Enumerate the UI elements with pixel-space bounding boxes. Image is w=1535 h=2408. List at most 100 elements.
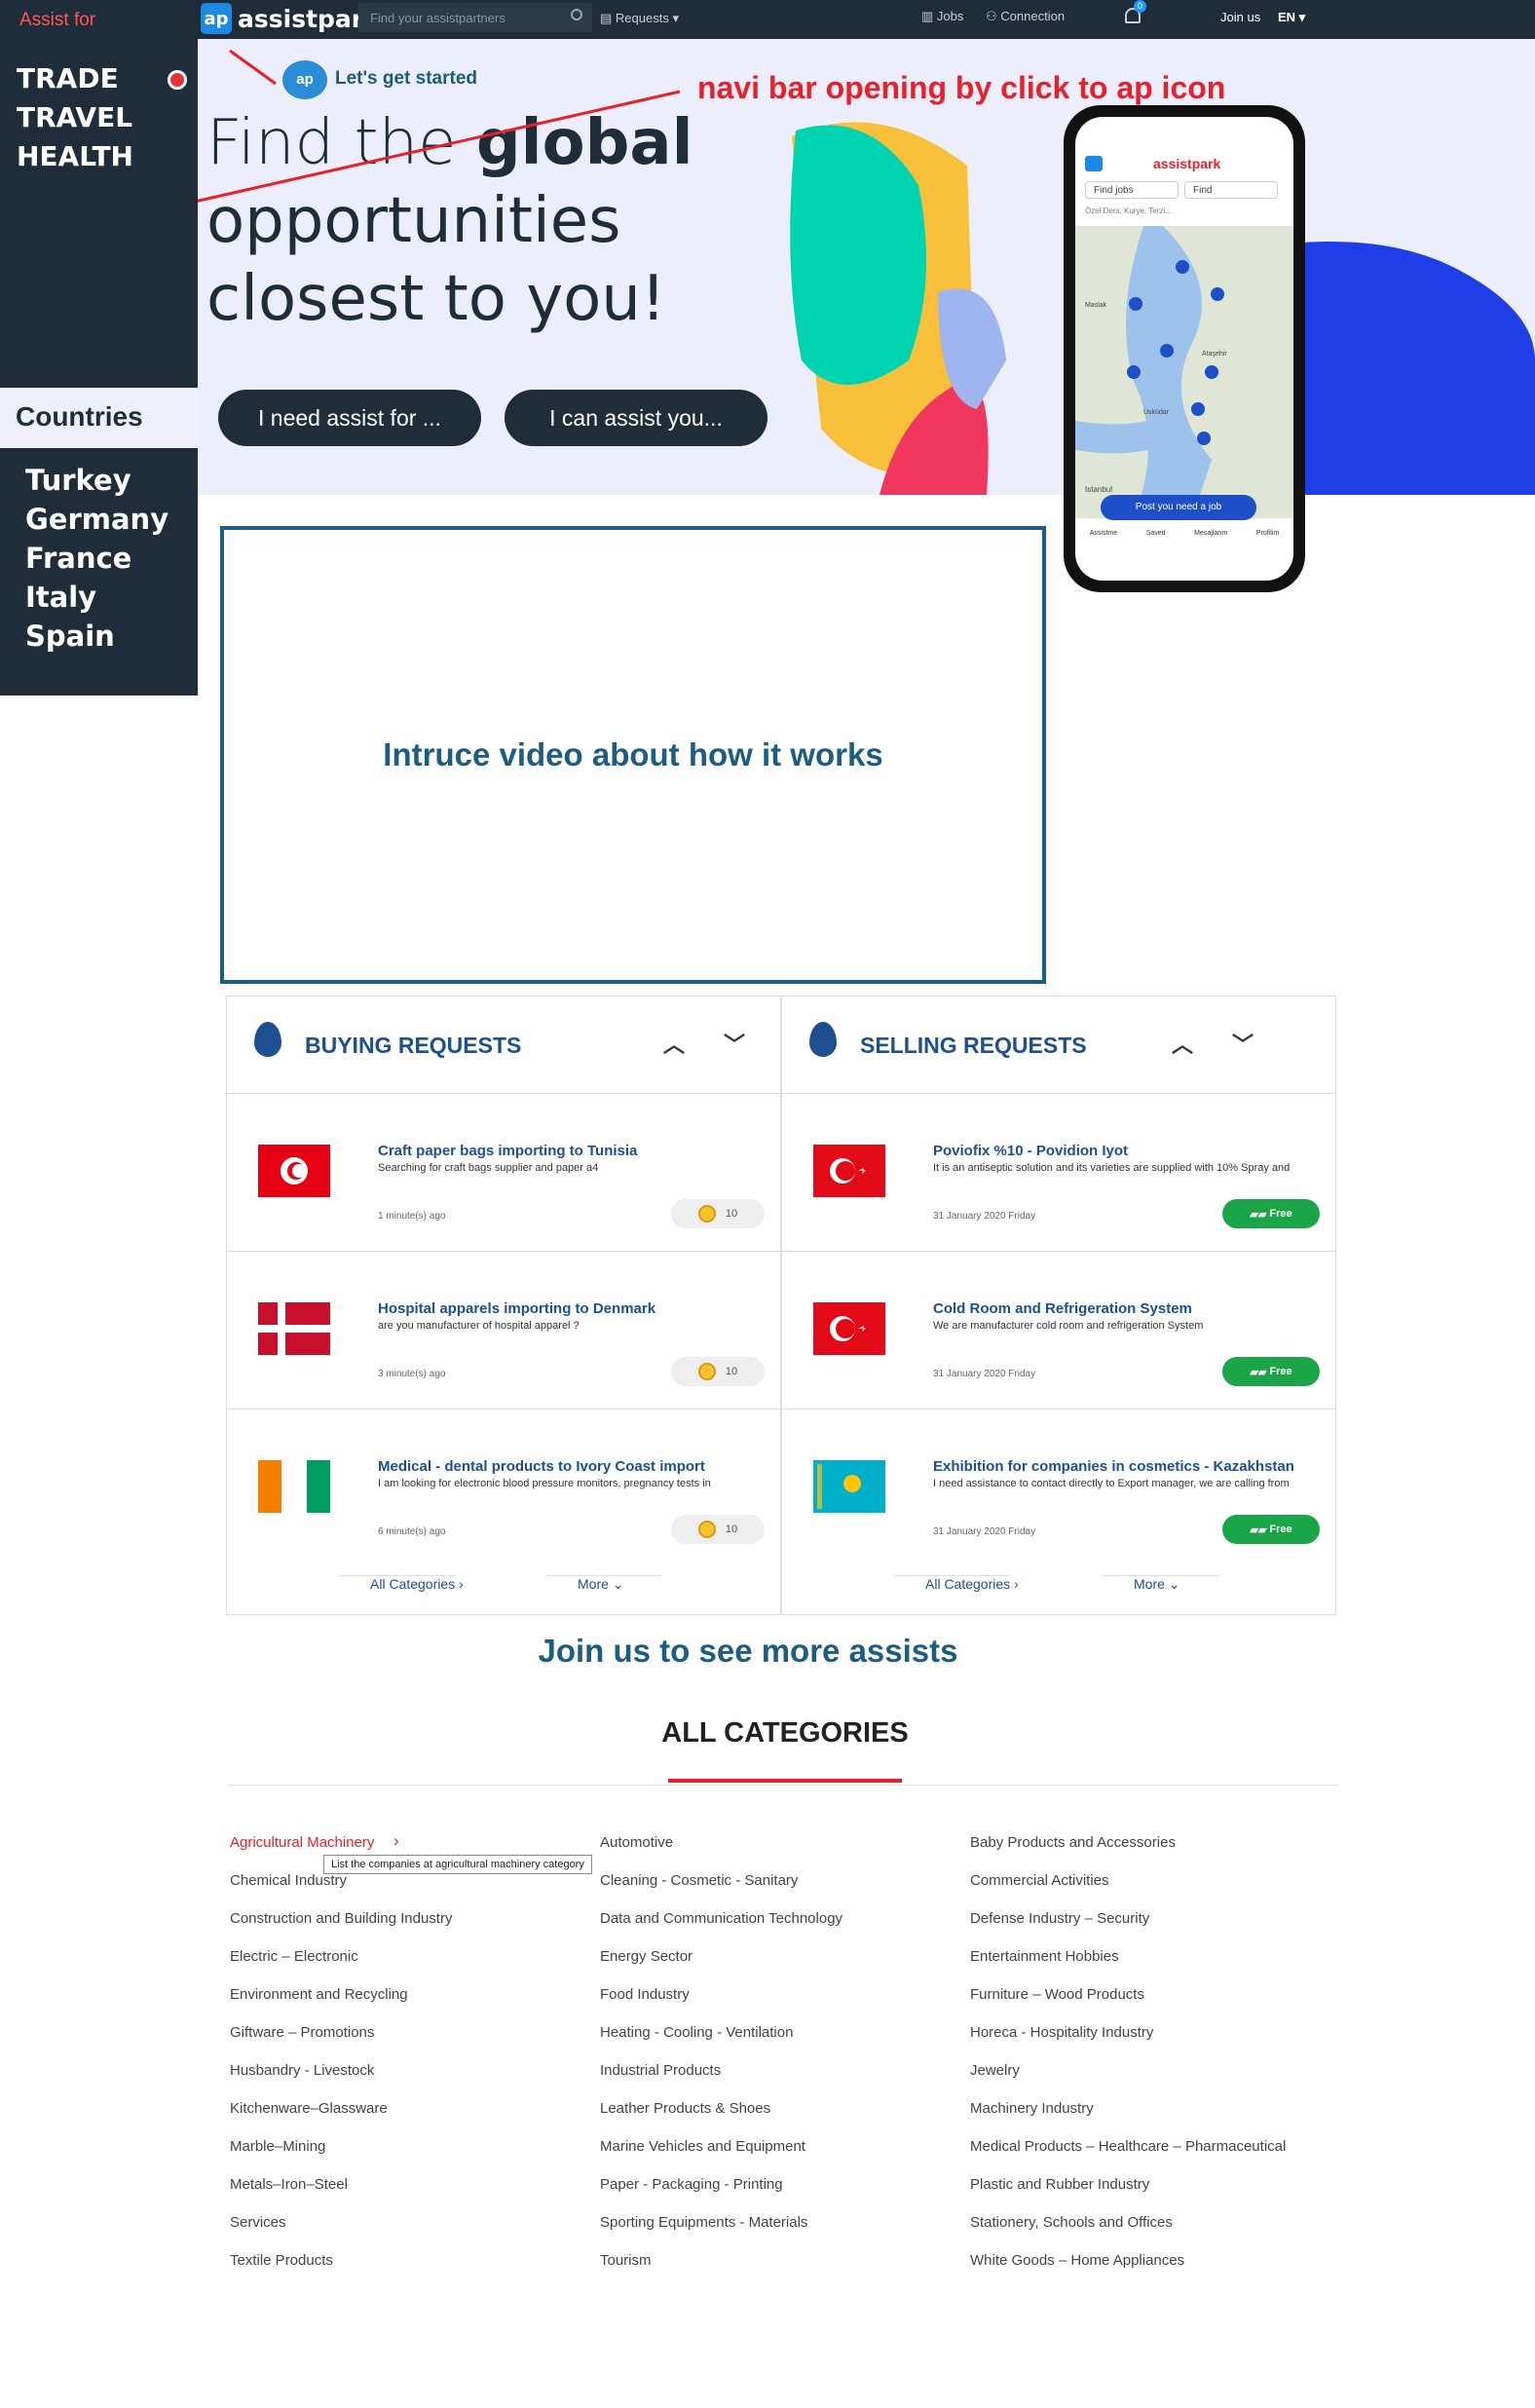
category-item[interactable]: Machinery Industry bbox=[970, 2100, 1094, 2117]
coin-badge[interactable]: 10 bbox=[671, 1199, 765, 1228]
all-categories-link[interactable]: All Categories › bbox=[925, 1576, 1019, 1592]
category-item[interactable]: Construction and Building Industry bbox=[230, 1910, 452, 1927]
category-item[interactable]: Husbandry - Livestock bbox=[230, 2062, 374, 2079]
list-item[interactable]: Cold Room and Refrigeration System We ar… bbox=[782, 1252, 1335, 1410]
category-item[interactable]: Commercial Activities bbox=[970, 1872, 1109, 1889]
item-title[interactable]: Poviofix %10 - Povidion Iyot bbox=[933, 1143, 1128, 1159]
phone-search[interactable]: Özel Ders, Kurye, Terzi... bbox=[1085, 207, 1280, 215]
search-input[interactable]: Find your assistpartners bbox=[358, 3, 592, 32]
category-item[interactable]: Textile Products bbox=[230, 2252, 333, 2269]
list-item[interactable]: Exhibition for companies in cosmetics - … bbox=[782, 1410, 1335, 1567]
i-can-assist-button[interactable]: I can assist you... bbox=[505, 390, 768, 446]
drop-icon bbox=[809, 1022, 837, 1057]
chevron-down-icon[interactable]: ﹀ bbox=[724, 1028, 745, 1059]
country-item-spain[interactable]: Spain bbox=[25, 620, 115, 653]
category-item[interactable]: Furniture – Wood Products bbox=[970, 1986, 1144, 2003]
category-item[interactable]: Paper - Packaging - Printing bbox=[600, 2176, 783, 2193]
join-us-link[interactable]: Join us bbox=[1220, 10, 1260, 24]
ap-logo-icon[interactable]: ap bbox=[201, 3, 232, 34]
category-item[interactable]: Marble–Mining bbox=[230, 2138, 325, 2155]
sidebar-item-travel[interactable]: TRAVEL bbox=[17, 101, 132, 133]
category-item[interactable]: Jewelry bbox=[970, 2062, 1020, 2079]
phone-nav-item[interactable]: Mesajlarım bbox=[1194, 530, 1227, 537]
category-item[interactable]: Plastic and Rubber Industry bbox=[970, 2176, 1149, 2193]
more-link[interactable]: More ⌄ bbox=[578, 1576, 624, 1593]
category-item[interactable]: Energy Sector bbox=[600, 1948, 693, 1965]
phone-nav-item[interactable]: Assistme bbox=[1090, 530, 1117, 537]
list-item[interactable]: Hospital apparels importing to Denmark a… bbox=[227, 1252, 780, 1410]
category-item[interactable]: Baby Products and Accessories bbox=[970, 1834, 1176, 1851]
category-item[interactable]: Defense Industry – Security bbox=[970, 1910, 1149, 1927]
category-item[interactable]: Electric – Electronic bbox=[230, 1948, 358, 1965]
category-item[interactable]: Entertainment Hobbies bbox=[970, 1948, 1119, 1965]
search-icon[interactable] bbox=[571, 9, 582, 20]
category-item[interactable]: Chemical Industry bbox=[230, 1872, 347, 1889]
category-item[interactable]: Heating - Cooling - Ventilation bbox=[600, 2024, 793, 2041]
list-item[interactable]: Medical - dental products to Ivory Coast… bbox=[227, 1410, 780, 1567]
panel-title: SELLING REQUESTS bbox=[860, 1033, 1087, 1058]
category-item[interactable]: Sporting Equipments - Materials bbox=[600, 2214, 807, 2231]
country-item-france[interactable]: France bbox=[25, 542, 131, 575]
phone-map-label: Maslak bbox=[1085, 302, 1107, 309]
chevron-up-icon[interactable]: ︿ bbox=[1172, 1028, 1193, 1059]
category-item[interactable]: Kitchenware–Glassware bbox=[230, 2100, 388, 2117]
sidebar-item-trade[interactable]: TRADE bbox=[17, 62, 119, 94]
category-item-active[interactable]: Agricultural Machinery bbox=[230, 1834, 374, 1851]
category-item[interactable]: Food Industry bbox=[600, 1986, 690, 2003]
buying-requests-panel: BUYING REQUESTS ︿ ﹀ Craft paper bags imp… bbox=[226, 996, 781, 1615]
item-title[interactable]: Craft paper bags importing to Tunisia bbox=[378, 1143, 637, 1159]
category-item[interactable]: Environment and Recycling bbox=[230, 1986, 408, 2003]
list-item[interactable]: Craft paper bags importing to Tunisia Se… bbox=[227, 1094, 780, 1252]
category-item[interactable]: Cleaning - Cosmetic - Sanitary bbox=[600, 1872, 798, 1889]
category-item[interactable]: Industrial Products bbox=[600, 2062, 721, 2079]
join-us-heading[interactable]: Join us to see more assists bbox=[0, 1633, 1496, 1670]
phone-nav-item[interactable]: Profilim bbox=[1256, 530, 1279, 537]
list-item[interactable]: Poviofix %10 - Povidion Iyot It is an an… bbox=[782, 1094, 1335, 1252]
category-item[interactable]: Tourism bbox=[600, 2252, 652, 2269]
drop-icon bbox=[254, 1022, 281, 1057]
requests-menu[interactable]: ▤ Requests ▾ bbox=[600, 11, 679, 26]
category-item[interactable]: Giftware – Promotions bbox=[230, 2024, 374, 2041]
chevron-down-icon[interactable]: ﹀ bbox=[1232, 1028, 1254, 1059]
free-badge[interactable]: ▰▰ Free bbox=[1222, 1515, 1320, 1544]
sidebar-item-health[interactable]: HEALTH bbox=[17, 140, 133, 172]
item-title[interactable]: Exhibition for companies in cosmetics - … bbox=[933, 1458, 1294, 1475]
category-item[interactable]: Data and Communication Technology bbox=[600, 1910, 842, 1927]
selected-radio-icon[interactable] bbox=[168, 70, 187, 90]
item-title[interactable]: Medical - dental products to Ivory Coast… bbox=[378, 1458, 705, 1475]
ap-icon[interactable]: ap bbox=[282, 60, 327, 99]
jobs-link[interactable]: ▥ Jobs bbox=[921, 9, 963, 24]
free-badge[interactable]: ▰▰ Free bbox=[1222, 1199, 1320, 1228]
all-categories-link[interactable]: All Categories › bbox=[370, 1576, 464, 1592]
connection-link[interactable]: ⚇ Connection bbox=[986, 9, 1065, 24]
category-item[interactable]: Medical Products – Healthcare – Pharmace… bbox=[970, 2138, 1286, 2155]
phone-tab-find[interactable]: Find bbox=[1184, 181, 1278, 199]
language-select[interactable]: EN ▾ bbox=[1278, 10, 1305, 25]
category-item[interactable]: Stationery, Schools and Offices bbox=[970, 2214, 1173, 2231]
phone-post-job-button[interactable]: Post you need a job bbox=[1101, 495, 1256, 520]
item-title[interactable]: Cold Room and Refrigeration System bbox=[933, 1300, 1192, 1317]
country-item-turkey[interactable]: Turkey bbox=[25, 464, 131, 497]
intro-video[interactable]: Intruce video about how it works bbox=[220, 526, 1046, 984]
category-item[interactable]: Leather Products & Shoes bbox=[600, 2100, 770, 2117]
free-badge[interactable]: ▰▰ Free bbox=[1222, 1357, 1320, 1386]
coin-badge[interactable]: 10 bbox=[671, 1515, 765, 1544]
category-item[interactable]: Metals–Iron–Steel bbox=[230, 2176, 348, 2193]
item-title[interactable]: Hospital apparels importing to Denmark bbox=[378, 1300, 655, 1317]
more-link[interactable]: More ⌄ bbox=[1134, 1576, 1180, 1593]
phone-tab-find-jobs[interactable]: Find jobs bbox=[1085, 181, 1179, 199]
jobs-icon: ▥ bbox=[921, 9, 934, 23]
assistpark-logo[interactable]: ap assistpark bbox=[201, 3, 380, 34]
category-item[interactable]: Horeca - Hospitality Industry bbox=[970, 2024, 1153, 2041]
search-placeholder: Find your assistpartners bbox=[370, 11, 505, 25]
category-item[interactable]: White Goods – Home Appliances bbox=[970, 2252, 1184, 2269]
chevron-up-icon[interactable]: ︿ bbox=[663, 1028, 685, 1059]
country-item-italy[interactable]: Italy bbox=[25, 581, 96, 614]
category-item[interactable]: Marine Vehicles and Equipment bbox=[600, 2138, 805, 2155]
coin-badge[interactable]: 10 bbox=[671, 1357, 765, 1386]
i-need-assist-button[interactable]: I need assist for ... bbox=[218, 390, 481, 446]
category-item[interactable]: Services bbox=[230, 2214, 286, 2231]
phone-nav-item[interactable]: Saved bbox=[1146, 530, 1166, 537]
category-item[interactable]: Automotive bbox=[600, 1834, 673, 1851]
country-item-germany[interactable]: Germany bbox=[25, 503, 168, 536]
